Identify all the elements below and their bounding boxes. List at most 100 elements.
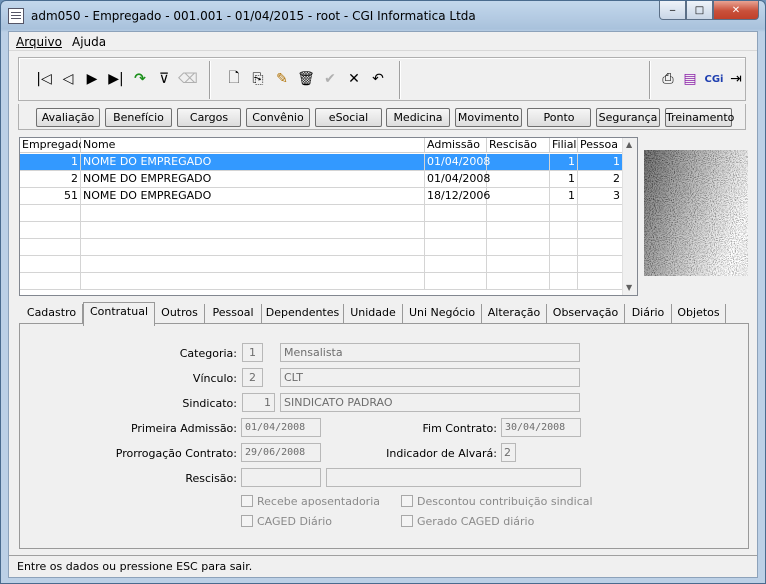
cargos-button[interactable]: Cargos — [177, 108, 241, 127]
cell-rescisao — [487, 188, 550, 205]
rescisao-description-field[interactable] — [326, 468, 581, 487]
edit-icon[interactable]: ✎ — [273, 70, 291, 88]
confirm-icon[interactable]: ✔ — [321, 70, 339, 88]
tab-uni-negocio[interactable]: Uni Negócio — [403, 304, 482, 324]
rescisao-label: Rescisão: — [185, 472, 237, 485]
tab-objetos[interactable]: Objetos — [672, 304, 726, 324]
column-header-admissao[interactable]: Admissão — [425, 138, 487, 153]
last-record-icon[interactable]: ▶| — [107, 70, 125, 88]
prev-record-icon[interactable]: ◁ — [59, 70, 77, 88]
maximize-button[interactable]: □ — [686, 1, 713, 20]
erase-filter-icon[interactable]: ⌫ — [178, 70, 198, 88]
seguranca-button[interactable]: Segurança — [596, 108, 660, 127]
cell-rescisao — [487, 154, 550, 171]
table-row[interactable]: 51 NOME DO EMPREGADO 18/12/2006 1 3 — [20, 188, 623, 205]
medicina-button[interactable]: Medicina — [386, 108, 450, 127]
vinculo-description-field[interactable]: CLT — [280, 368, 580, 387]
status-text: Entre os dados ou pressione ESC para sai… — [17, 560, 253, 573]
first-record-icon[interactable]: |◁ — [35, 70, 53, 88]
employee-grid[interactable]: Empregado Nome Admissão Rescisão Filial … — [19, 137, 638, 296]
table-row[interactable]: 1 NOME DO EMPREGADO 01/04/2008 1 1 — [20, 154, 623, 171]
cell-filial: 1 — [550, 188, 578, 205]
tab-contratual[interactable]: Contratual — [83, 302, 155, 326]
cell-empregado: 51 — [20, 188, 81, 205]
primeira-admissao-field[interactable]: 01/04/2008 — [241, 418, 321, 437]
delete-icon[interactable]: 🗑 — [297, 70, 315, 88]
app-icon[interactable] — [8, 8, 24, 24]
categoria-description-field[interactable]: Mensalista — [280, 343, 580, 362]
menu-bar: Arquivo Ajuda — [9, 32, 757, 51]
next-record-icon[interactable]: ▶ — [83, 70, 101, 88]
recebe-aposentadoria-checkbox[interactable]: Recebe aposentadoria — [241, 495, 380, 508]
cell-filial: 1 — [550, 171, 578, 188]
grid-scrollbar[interactable]: ▲ ▼ — [622, 138, 637, 295]
table-row-empty — [20, 239, 623, 256]
cell-empregado: 1 — [20, 154, 81, 171]
column-header-rescisao[interactable]: Rescisão — [487, 138, 550, 153]
table-row-empty — [20, 205, 623, 222]
tab-unidade[interactable]: Unidade — [344, 304, 403, 324]
indicador-alvara-field[interactable]: 2 — [501, 443, 516, 462]
cell-empregado: 2 — [20, 171, 81, 188]
undo-icon[interactable]: ↶ — [369, 70, 387, 88]
minimize-button[interactable]: ‒ — [659, 1, 686, 20]
tab-outros[interactable]: Outros — [155, 304, 205, 324]
scroll-down-icon[interactable]: ▼ — [626, 283, 632, 292]
tab-cadastro[interactable]: Cadastro — [21, 304, 83, 324]
table-row-empty — [20, 256, 623, 273]
cell-pessoa: 1 — [578, 154, 623, 171]
beneficio-button[interactable]: Benefício — [105, 108, 172, 127]
tab-pessoal[interactable]: Pessoal — [205, 304, 262, 324]
books-icon[interactable]: ▤ — [681, 70, 699, 88]
convenio-button[interactable]: Convênio — [246, 108, 310, 127]
print-icon[interactable]: ⎙ — [659, 70, 677, 88]
prorrogacao-contrato-field[interactable]: 29/06/2008 — [241, 443, 321, 462]
rescisao-code-field[interactable] — [241, 468, 321, 487]
fim-contrato-field[interactable]: 30/04/2008 — [501, 418, 581, 437]
gerado-caged-checkbox[interactable]: Gerado CAGED diário — [401, 515, 534, 528]
descontou-contribuicao-label: Descontou contribuição sindical — [417, 495, 593, 508]
cell-rescisao — [487, 171, 550, 188]
avaliacao-button[interactable]: Avaliação — [36, 108, 100, 127]
cell-nome: NOME DO EMPREGADO — [81, 188, 425, 205]
vinculo-code-field[interactable]: 2 — [242, 368, 263, 387]
cell-admissao: 18/12/2006 — [425, 188, 490, 205]
prorrogacao-contrato-label: Prorrogação Contrato: — [115, 447, 237, 460]
tab-observacao[interactable]: Observação — [547, 304, 625, 324]
scroll-up-icon[interactable]: ▲ — [626, 140, 632, 149]
tab-alteracao[interactable]: Alteração — [482, 304, 547, 324]
categoria-code-field[interactable]: 1 — [242, 343, 263, 362]
menu-ajuda[interactable]: Ajuda — [72, 35, 106, 49]
close-button[interactable]: ✕ — [713, 1, 759, 20]
column-header-empregado[interactable]: Empregado — [20, 138, 85, 153]
vinculo-label: Vínculo: — [192, 372, 237, 385]
sindicato-label: Sindicato: — [182, 397, 237, 410]
column-header-filial[interactable]: Filial — [550, 138, 578, 153]
tab-dependentes[interactable]: Dependentes — [262, 304, 344, 324]
movimento-button[interactable]: Movimento — [455, 108, 522, 127]
descontou-contribuicao-checkbox[interactable]: Descontou contribuição sindical — [401, 495, 593, 508]
caged-diario-checkbox[interactable]: CAGED Diário — [241, 515, 332, 528]
cancel-icon[interactable]: ✕ — [345, 70, 363, 88]
toolbar-separator — [399, 61, 401, 99]
cell-pessoa: 3 — [578, 188, 623, 205]
caged-diario-label: CAGED Diário — [257, 515, 333, 528]
treinamento-button[interactable]: Treinamento — [665, 108, 734, 127]
esocial-button[interactable]: eSocial — [315, 108, 382, 127]
new-icon[interactable]: 🗋 — [225, 70, 243, 88]
copy-icon[interactable]: ⎘ — [249, 70, 267, 88]
table-row[interactable]: 2 NOME DO EMPREGADO 01/04/2008 1 2 — [20, 171, 623, 188]
cgi-logo-icon[interactable]: CGi — [703, 70, 725, 88]
title-bar[interactable]: adm050 - Empregado - 001.001 - 01/04/201… — [1, 1, 765, 31]
sindicato-description-field[interactable]: SINDICATO PADRAO — [280, 393, 580, 412]
column-header-pessoa[interactable]: Pessoa — [578, 138, 623, 153]
exit-icon[interactable]: ⇥ — [727, 70, 745, 88]
menu-arquivo[interactable]: Arquivo — [16, 35, 62, 49]
column-header-nome[interactable]: Nome — [81, 138, 425, 153]
filter-icon[interactable]: ⊽ — [155, 70, 173, 88]
refresh-icon[interactable]: ↷ — [131, 70, 149, 88]
sindicato-code-field[interactable]: 1 — [242, 393, 275, 412]
tab-diario[interactable]: Diário — [625, 304, 672, 324]
ponto-button[interactable]: Ponto — [527, 108, 591, 127]
cell-pessoa: 2 — [578, 171, 623, 188]
